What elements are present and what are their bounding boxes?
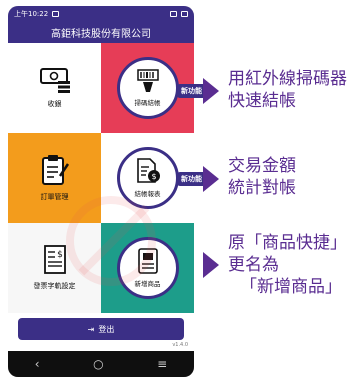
home-nav-icon[interactable]: ○ [93, 357, 103, 371]
barcode-scanner-icon [136, 69, 159, 92]
tile-add-product-label: 新增商品 [134, 280, 161, 288]
phone-frame: 上午10:22 高鉅科技股份有限公司 收銀 掃碼結帳 訂單管理 $ 結帳報表 $… [8, 6, 194, 377]
new-feature-badge-scan: 新功能 [177, 84, 206, 98]
annotation-report: 交易金額 統計對帳 [228, 155, 296, 199]
tile-cashier-label: 收銀 [47, 100, 62, 108]
report-dollar-icon: $ [136, 158, 160, 183]
scan-circle: 掃碼結帳 [116, 57, 179, 119]
status-bar: 上午10:22 [8, 6, 194, 21]
app-screen: 上午10:22 高鉅科技股份有限公司 收銀 掃碼結帳 訂單管理 $ 結帳報表 $… [8, 6, 194, 377]
new-feature-badge-report: 新功能 [177, 172, 206, 186]
logout-icon: ⇥ [87, 324, 95, 334]
annotation-rename-line2: 更名為 [228, 255, 279, 275]
app-title: 高鉅科技股份有限公司 [51, 28, 151, 40]
menu-nav-icon[interactable]: ≡ [157, 357, 167, 371]
annotation-report-line2: 統計對帳 [228, 178, 296, 198]
android-nav-bar: ‹ ○ ≡ [8, 351, 194, 377]
annotation-arrow-report [203, 166, 219, 192]
annotation-scan: 用紅外線掃碼器 快速結帳 [228, 68, 347, 112]
annotation-rename: 原「商品快捷」 更名為 「新增商品」 [228, 232, 347, 298]
svg-text:$: $ [57, 250, 63, 260]
notification-icon [52, 10, 60, 17]
svg-text:$: $ [151, 172, 156, 181]
tile-scan-label: 掃碼結帳 [134, 99, 161, 107]
status-time: 上午10:22 [14, 9, 49, 18]
logout-button[interactable]: ⇥ 登出 [18, 318, 184, 340]
tile-invoice-label: 發票字軌設定 [33, 282, 76, 290]
annotation-rename-line3: 「新增商品」 [240, 277, 342, 297]
tile-cashier[interactable]: 收銀 [8, 43, 101, 133]
clipboard-icon [41, 155, 69, 185]
annotation-rename-line1: 原「商品快捷」 [228, 233, 347, 253]
invoice-icon: $ [43, 245, 66, 274]
annotation-scan-line2: 快速結帳 [228, 91, 296, 111]
annotation-arrow-rename [203, 252, 219, 278]
tile-orders-label: 訂單管理 [40, 193, 69, 201]
app-header: 高鉅科技股份有限公司 [8, 21, 194, 43]
wifi-icon [170, 10, 177, 17]
app-version: v1.4.0 [172, 342, 188, 348]
annotation-report-line1: 交易金額 [228, 156, 296, 176]
battery-icon [181, 10, 188, 17]
cash-icon [39, 68, 70, 93]
tile-report-label: 結帳報表 [134, 190, 161, 198]
annotation-scan-line1: 用紅外線掃碼器 [228, 69, 347, 89]
logout-label: 登出 [98, 324, 115, 334]
back-nav-icon[interactable]: ‹ [35, 357, 40, 371]
annotation-arrow-scan [203, 78, 219, 104]
